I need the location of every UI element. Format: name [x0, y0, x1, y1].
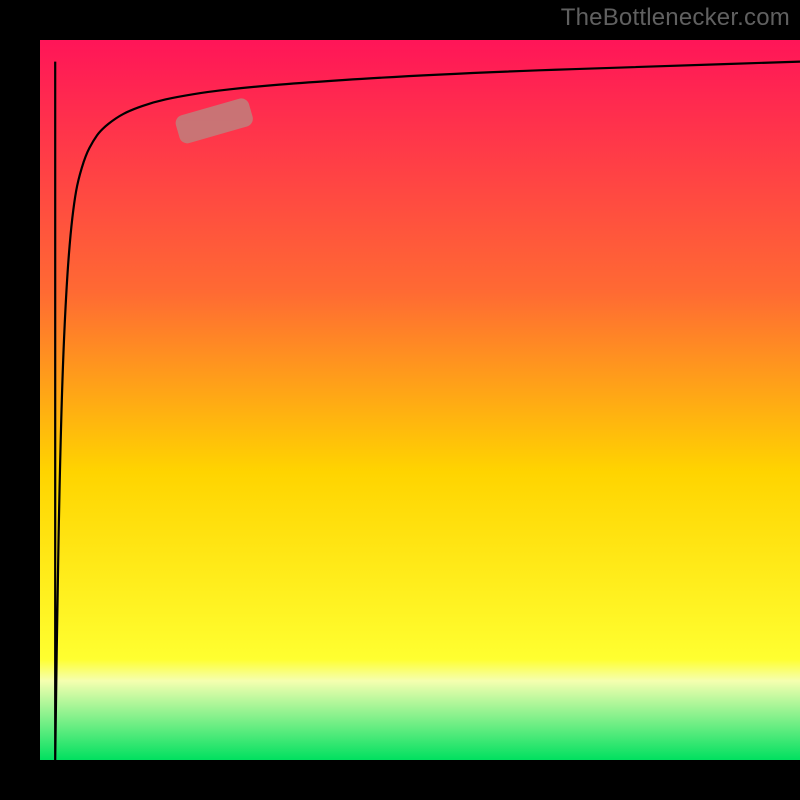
chart-plot-area: [40, 40, 800, 760]
chart-frame: TheBottlenecker.com: [0, 0, 800, 800]
gradient-background: [40, 40, 800, 760]
chart-svg: [40, 40, 800, 760]
watermark-text: TheBottlenecker.com: [561, 4, 790, 32]
